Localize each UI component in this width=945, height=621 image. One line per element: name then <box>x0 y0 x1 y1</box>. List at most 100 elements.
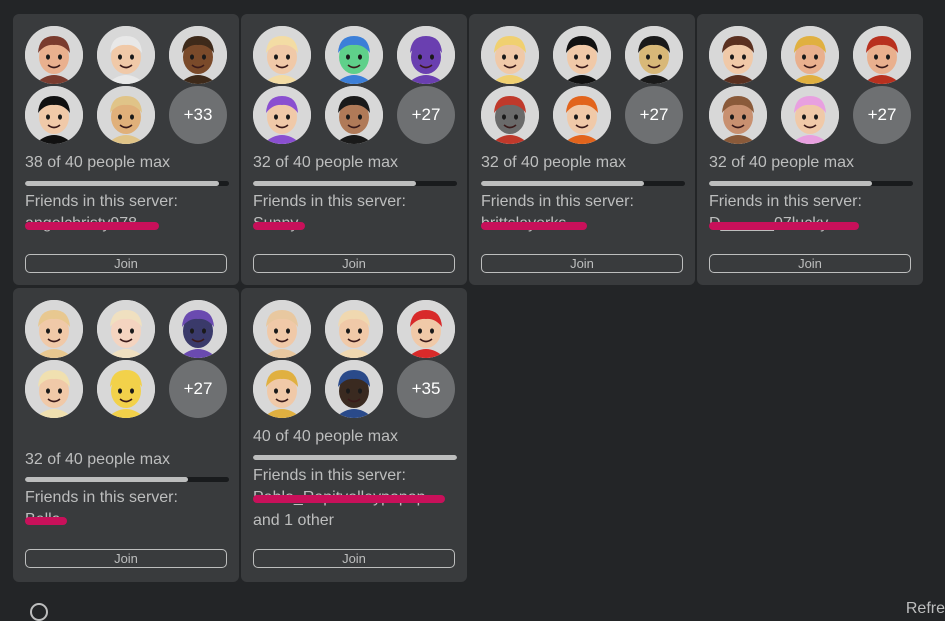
capacity-text: 32 of 40 people max <box>25 451 170 468</box>
capacity-text: 40 of 40 people max <box>253 428 398 445</box>
avatar[interactable] <box>169 26 227 84</box>
join-button[interactable]: Join <box>25 549 227 568</box>
refresh-button[interactable]: Refre <box>906 600 945 618</box>
server-card: +35 40 of 40 people max Friends in this … <box>241 288 467 582</box>
join-button[interactable]: Join <box>709 254 911 273</box>
capacity-text: 32 of 40 people max <box>481 154 626 171</box>
avatar[interactable] <box>553 26 611 84</box>
more-players-count: +33 <box>169 86 227 144</box>
friends-label: Friends in this server: <box>253 467 406 484</box>
redaction-mark <box>25 222 159 230</box>
avatar-face-icon <box>325 360 383 418</box>
join-button[interactable]: Join <box>481 254 683 273</box>
capacity-bar-fill <box>253 455 457 460</box>
capacity-text: 32 of 40 people max <box>709 154 854 171</box>
avatar[interactable] <box>325 86 383 144</box>
and-others-text: and 1 other <box>253 512 334 529</box>
avatar[interactable] <box>169 300 227 358</box>
avatar-face-icon <box>253 300 311 358</box>
avatar[interactable] <box>97 86 155 144</box>
avatar-face-icon <box>25 360 83 418</box>
avatar-face-icon <box>169 26 227 84</box>
avatar-face-icon <box>97 86 155 144</box>
more-players-count: +27 <box>397 86 455 144</box>
friends-label: Friends in this server: <box>253 193 406 210</box>
avatar-face-icon <box>397 26 455 84</box>
avatar-face-icon <box>253 86 311 144</box>
redaction-mark <box>25 517 67 525</box>
avatar[interactable] <box>397 26 455 84</box>
capacity-bar-fill <box>481 181 645 186</box>
capacity-text: 38 of 40 people max <box>25 154 170 171</box>
avatar[interactable] <box>325 360 383 418</box>
avatar-face-icon <box>25 26 83 84</box>
avatar[interactable] <box>253 86 311 144</box>
avatar[interactable] <box>25 86 83 144</box>
avatar-face-icon <box>25 86 83 144</box>
avatar-face-icon <box>325 86 383 144</box>
avatar[interactable] <box>709 86 767 144</box>
avatar[interactable] <box>97 300 155 358</box>
avatar[interactable] <box>97 360 155 418</box>
avatar[interactable] <box>97 26 155 84</box>
server-card: +33 38 of 40 people max Friends in this … <box>13 14 239 285</box>
capacity-bar-fill <box>709 181 873 186</box>
avatar[interactable] <box>325 26 383 84</box>
more-players-count: +27 <box>169 360 227 418</box>
avatar[interactable] <box>781 26 839 84</box>
capacity-bar-fill <box>253 181 417 186</box>
friend-avatars: +27 <box>481 26 685 148</box>
avatar[interactable] <box>253 26 311 84</box>
avatar-face-icon <box>169 300 227 358</box>
avatar[interactable] <box>253 300 311 358</box>
avatar-face-icon <box>97 360 155 418</box>
friend-avatars: +33 <box>25 26 229 148</box>
server-card: +27 32 of 40 people max Friends in this … <box>241 14 467 285</box>
join-button[interactable]: Join <box>253 549 455 568</box>
avatar[interactable] <box>709 26 767 84</box>
avatar-face-icon <box>481 86 539 144</box>
friends-label: Friends in this server: <box>481 193 634 210</box>
server-card: +27 32 of 40 people max Friends in this … <box>697 14 923 285</box>
server-card: +27 32 of 40 people max Friends in this … <box>469 14 695 285</box>
redaction-mark <box>709 222 859 230</box>
avatar[interactable] <box>25 300 83 358</box>
join-button[interactable]: Join <box>253 254 455 273</box>
avatar-face-icon <box>325 300 383 358</box>
avatar-face-icon <box>553 86 611 144</box>
redaction-mark <box>481 222 587 230</box>
avatar-face-icon <box>781 26 839 84</box>
footer-icon <box>30 603 48 621</box>
more-players-count: +27 <box>625 86 683 144</box>
capacity-bar <box>25 181 229 186</box>
avatar[interactable] <box>325 300 383 358</box>
avatar-face-icon <box>397 300 455 358</box>
friend-avatars: +35 <box>253 300 457 422</box>
avatar[interactable] <box>481 26 539 84</box>
avatar[interactable] <box>481 86 539 144</box>
avatar[interactable] <box>25 26 83 84</box>
avatar[interactable] <box>253 360 311 418</box>
avatar[interactable] <box>853 26 911 84</box>
server-card: +27 32 of 40 people max Friends in this … <box>13 288 239 582</box>
join-button[interactable]: Join <box>25 254 227 273</box>
capacity-bar <box>481 181 685 186</box>
avatar[interactable] <box>781 86 839 144</box>
redaction-mark <box>253 495 445 503</box>
capacity-bar-fill <box>25 477 189 482</box>
avatar-face-icon <box>253 360 311 418</box>
capacity-text: 32 of 40 people max <box>253 154 398 171</box>
avatar[interactable] <box>553 86 611 144</box>
friend-avatars: +27 <box>709 26 913 148</box>
friend-avatars: +27 <box>25 300 229 422</box>
capacity-bar-fill <box>25 181 219 186</box>
avatar[interactable] <box>397 300 455 358</box>
avatar[interactable] <box>625 26 683 84</box>
avatar-face-icon <box>625 26 683 84</box>
avatar-face-icon <box>553 26 611 84</box>
avatar[interactable] <box>25 360 83 418</box>
capacity-bar <box>709 181 913 186</box>
avatar-face-icon <box>25 300 83 358</box>
capacity-bar <box>25 477 229 482</box>
avatar-face-icon <box>325 26 383 84</box>
